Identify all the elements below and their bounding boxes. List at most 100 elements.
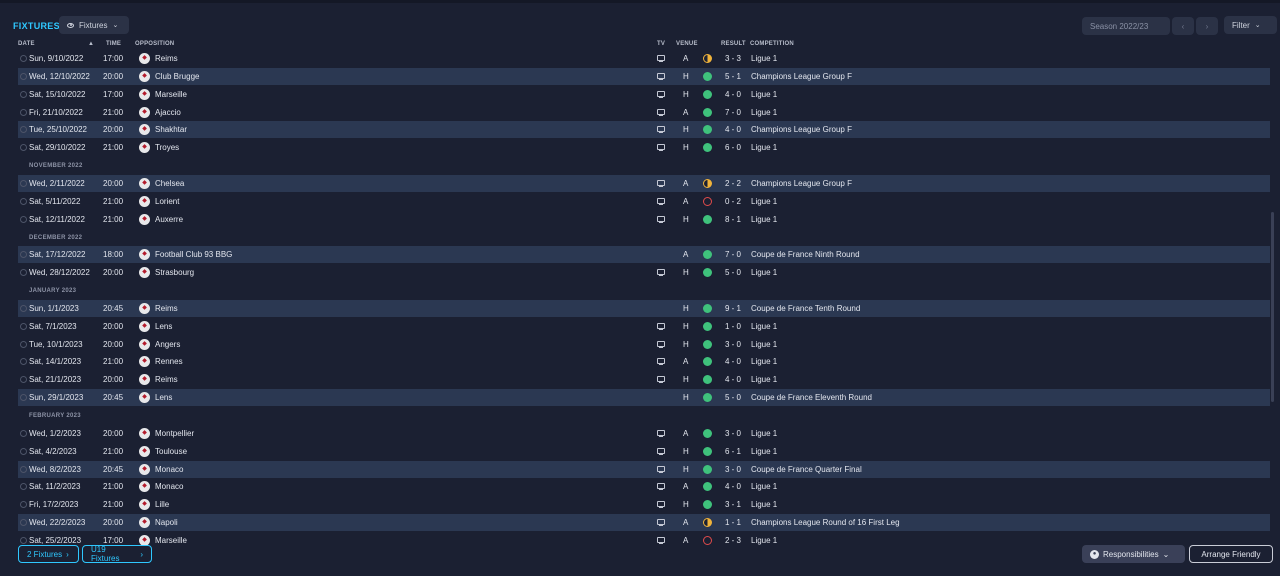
fixture-row[interactable]: Sun, 29/1/2023 20:45 ◆ Lens H 5 - 0 Coupe de F… xyxy=(18,389,1270,407)
column-venue[interactable]: VENUE xyxy=(676,41,698,47)
fixture-score[interactable]: 5 - 1 xyxy=(725,72,741,81)
season-selector[interactable]: Season 2022/23 xyxy=(1082,17,1170,35)
fixture-opposition[interactable]: Rennes xyxy=(155,357,183,366)
fixture-row[interactable]: Sun, 9/10/2022 17:00 ◆ Reims A 3 - 3 Ligue 1 xyxy=(18,50,1270,67)
column-result[interactable]: RESULT xyxy=(721,41,746,47)
fixture-opposition[interactable]: Shakhtar xyxy=(155,125,187,134)
fixture-competition[interactable]: Ligue 1 xyxy=(751,197,777,206)
fixture-score[interactable]: 2 - 3 xyxy=(725,536,741,545)
fixture-competition[interactable]: Ligue 1 xyxy=(751,340,777,349)
fixture-row[interactable]: Sat, 12/11/2022 21:00 ◆ Auxerre H 8 - 1 Ligue … xyxy=(18,211,1270,228)
filter-button[interactable]: Filter ⌄ xyxy=(1224,16,1277,34)
fixture-score[interactable]: 1 - 1 xyxy=(725,518,741,527)
two-fixtures-button[interactable]: 2 Fixtures › xyxy=(18,545,79,563)
fixture-row[interactable]: Fri, 17/2/2023 21:00 ◆ Lille H 3 - 1 Ligue 1 xyxy=(18,496,1270,513)
fixture-row[interactable]: Wed, 1/2/2023 20:00 ◆ Montpellier A 3 - 0 Ligu… xyxy=(18,425,1270,442)
fixture-score[interactable]: 4 - 0 xyxy=(725,125,741,134)
fixture-score[interactable]: 3 - 0 xyxy=(725,429,741,438)
fixture-score[interactable]: 6 - 1 xyxy=(725,447,741,456)
fixture-opposition[interactable]: Reims xyxy=(155,375,178,384)
fixture-row[interactable]: Wed, 2/11/2022 20:00 ◆ Chelsea A 2 - 2 Champio… xyxy=(18,174,1270,192)
fixture-row[interactable]: Wed, 8/2/2023 20:45 ◆ Monaco H 3 - 0 Coupe de … xyxy=(18,460,1270,478)
fixture-score[interactable]: 0 - 2 xyxy=(725,197,741,206)
fixture-score[interactable]: 4 - 0 xyxy=(725,357,741,366)
fixture-competition[interactable]: Ligue 1 xyxy=(751,143,777,152)
fixture-opposition[interactable]: Ajaccio xyxy=(155,108,181,117)
fixture-competition[interactable]: Ligue 1 xyxy=(751,268,777,277)
fixture-row[interactable]: Sat, 7/1/2023 20:00 ◆ Lens H 1 - 0 Ligue 1 xyxy=(18,318,1270,335)
fixture-opposition[interactable]: Reims xyxy=(155,304,178,313)
fixture-opposition[interactable]: Monaco xyxy=(155,482,183,491)
next-season-button[interactable]: › xyxy=(1196,17,1218,35)
fixture-score[interactable]: 4 - 0 xyxy=(725,482,741,491)
fixture-competition[interactable]: Ligue 1 xyxy=(751,357,777,366)
fixture-score[interactable]: 1 - 0 xyxy=(725,322,741,331)
fixture-row[interactable]: Sat, 14/1/2023 21:00 ◆ Rennes A 4 - 0 Ligue 1 xyxy=(18,353,1270,370)
fixture-score[interactable]: 2 - 2 xyxy=(725,179,741,188)
fixture-row[interactable]: Sat, 21/1/2023 20:00 ◆ Reims H 4 - 0 Ligue 1 xyxy=(18,371,1270,388)
previous-season-button[interactable]: ‹ xyxy=(1172,17,1194,35)
column-time[interactable]: TIME xyxy=(106,41,121,47)
fixture-competition[interactable]: Ligue 1 xyxy=(751,90,777,99)
fixture-row[interactable]: Wed, 12/10/2022 20:00 ◆ Club Brugge H 5 - 1 Ch… xyxy=(18,67,1270,85)
fixture-row[interactable]: Fri, 21/10/2022 21:00 ◆ Ajaccio A 7 - 0 Ligue … xyxy=(18,104,1270,121)
fixture-score[interactable]: 3 - 1 xyxy=(725,500,741,509)
fixture-row[interactable]: Sat, 4/2/2023 21:00 ◆ Toulouse H 6 - 1 Ligue 1 xyxy=(18,443,1270,460)
fixture-opposition[interactable]: Strasbourg xyxy=(155,268,194,277)
fixture-opposition[interactable]: Lens xyxy=(155,322,172,331)
fixture-row[interactable]: Tue, 25/10/2022 20:00 ◆ Shakhtar H 4 - 0 Champ… xyxy=(18,121,1270,139)
fixture-row[interactable]: Sun, 1/1/2023 20:45 ◆ Reims H 9 - 1 Coupe de F… xyxy=(18,299,1270,317)
fixture-competition[interactable]: Champions League Round of 16 First Leg xyxy=(751,518,900,527)
fixture-score[interactable]: 7 - 0 xyxy=(725,250,741,259)
fixture-opposition[interactable]: Montpellier xyxy=(155,429,194,438)
fixture-score[interactable]: 9 - 1 xyxy=(725,304,741,313)
fixture-competition[interactable]: Ligue 1 xyxy=(751,215,777,224)
fixtures-view-dropdown[interactable]: Fixtures ⌄ xyxy=(59,16,129,34)
fixture-opposition[interactable]: Marseille xyxy=(155,536,187,545)
fixture-competition[interactable]: Ligue 1 xyxy=(751,429,777,438)
fixture-competition[interactable]: Ligue 1 xyxy=(751,536,777,545)
responsibilities-button[interactable]: ● Responsibilities ⌄ xyxy=(1082,545,1185,563)
fixture-competition[interactable]: Champions League Group F xyxy=(751,125,852,134)
fixture-opposition[interactable]: Angers xyxy=(155,340,180,349)
fixture-opposition[interactable]: Monaco xyxy=(155,465,183,474)
fixture-opposition[interactable]: Auxerre xyxy=(155,215,183,224)
fixture-competition[interactable]: Champions League Group F xyxy=(751,179,852,188)
fixture-opposition[interactable]: Napoli xyxy=(155,518,178,527)
fixture-row[interactable]: Wed, 28/12/2022 20:00 ◆ Strasbourg H 5 - 0 Lig… xyxy=(18,264,1270,281)
column-opposition[interactable]: OPPOSITION xyxy=(135,41,174,47)
fixture-competition[interactable]: Coupe de France Quarter Final xyxy=(751,465,862,474)
column-tv[interactable]: TV xyxy=(657,41,665,47)
fixture-score[interactable]: 5 - 0 xyxy=(725,393,741,402)
fixture-competition[interactable]: Coupe de France Eleventh Round xyxy=(751,393,872,402)
fixture-opposition[interactable]: Marseille xyxy=(155,90,187,99)
fixture-competition[interactable]: Ligue 1 xyxy=(751,447,777,456)
fixture-score[interactable]: 4 - 0 xyxy=(725,375,741,384)
fixture-row[interactable]: Sat, 29/10/2022 21:00 ◆ Troyes H 6 - 0 Ligue 1 xyxy=(18,139,1270,156)
fixture-competition[interactable]: Ligue 1 xyxy=(751,482,777,491)
fixture-row[interactable]: Tue, 10/1/2023 20:00 ◆ Angers H 3 - 0 Ligue 1 xyxy=(18,336,1270,353)
fixture-row[interactable]: Sat, 15/10/2022 17:00 ◆ Marseille H 4 - 0 Ligu… xyxy=(18,86,1270,103)
fixture-competition[interactable]: Coupe de France Tenth Round xyxy=(751,304,860,313)
fixture-row[interactable]: Sat, 17/12/2022 18:00 ◆ Football Club 93 BB… xyxy=(18,246,1270,264)
fixture-opposition[interactable]: Reims xyxy=(155,54,178,63)
fixture-score[interactable]: 3 - 0 xyxy=(725,465,741,474)
arrange-friendly-button[interactable]: Arrange Friendly xyxy=(1189,545,1273,563)
fixture-competition[interactable]: Champions League Group F xyxy=(751,72,852,81)
fixture-opposition[interactable]: Chelsea xyxy=(155,179,184,188)
fixture-opposition[interactable]: Lille xyxy=(155,500,169,509)
fixture-score[interactable]: 3 - 0 xyxy=(725,340,741,349)
fixture-competition[interactable]: Ligue 1 xyxy=(751,375,777,384)
scrollbar[interactable] xyxy=(1271,212,1274,402)
fixture-score[interactable]: 5 - 0 xyxy=(725,268,741,277)
fixture-score[interactable]: 4 - 0 xyxy=(725,90,741,99)
fixture-score[interactable]: 8 - 1 xyxy=(725,215,741,224)
fixture-score[interactable]: 3 - 3 xyxy=(725,54,741,63)
fixture-opposition[interactable]: Troyes xyxy=(155,143,179,152)
fixture-score[interactable]: 6 - 0 xyxy=(725,143,741,152)
fixture-opposition[interactable]: Lorient xyxy=(155,197,179,206)
fixture-competition[interactable]: Ligue 1 xyxy=(751,108,777,117)
u19-fixtures-button[interactable]: U19 Fixtures › xyxy=(82,545,152,563)
fixture-opposition[interactable]: Lens xyxy=(155,393,172,402)
fixture-row[interactable]: Sat, 5/11/2022 21:00 ◆ Lorient A 0 - 2 Ligue 1 xyxy=(18,193,1270,210)
